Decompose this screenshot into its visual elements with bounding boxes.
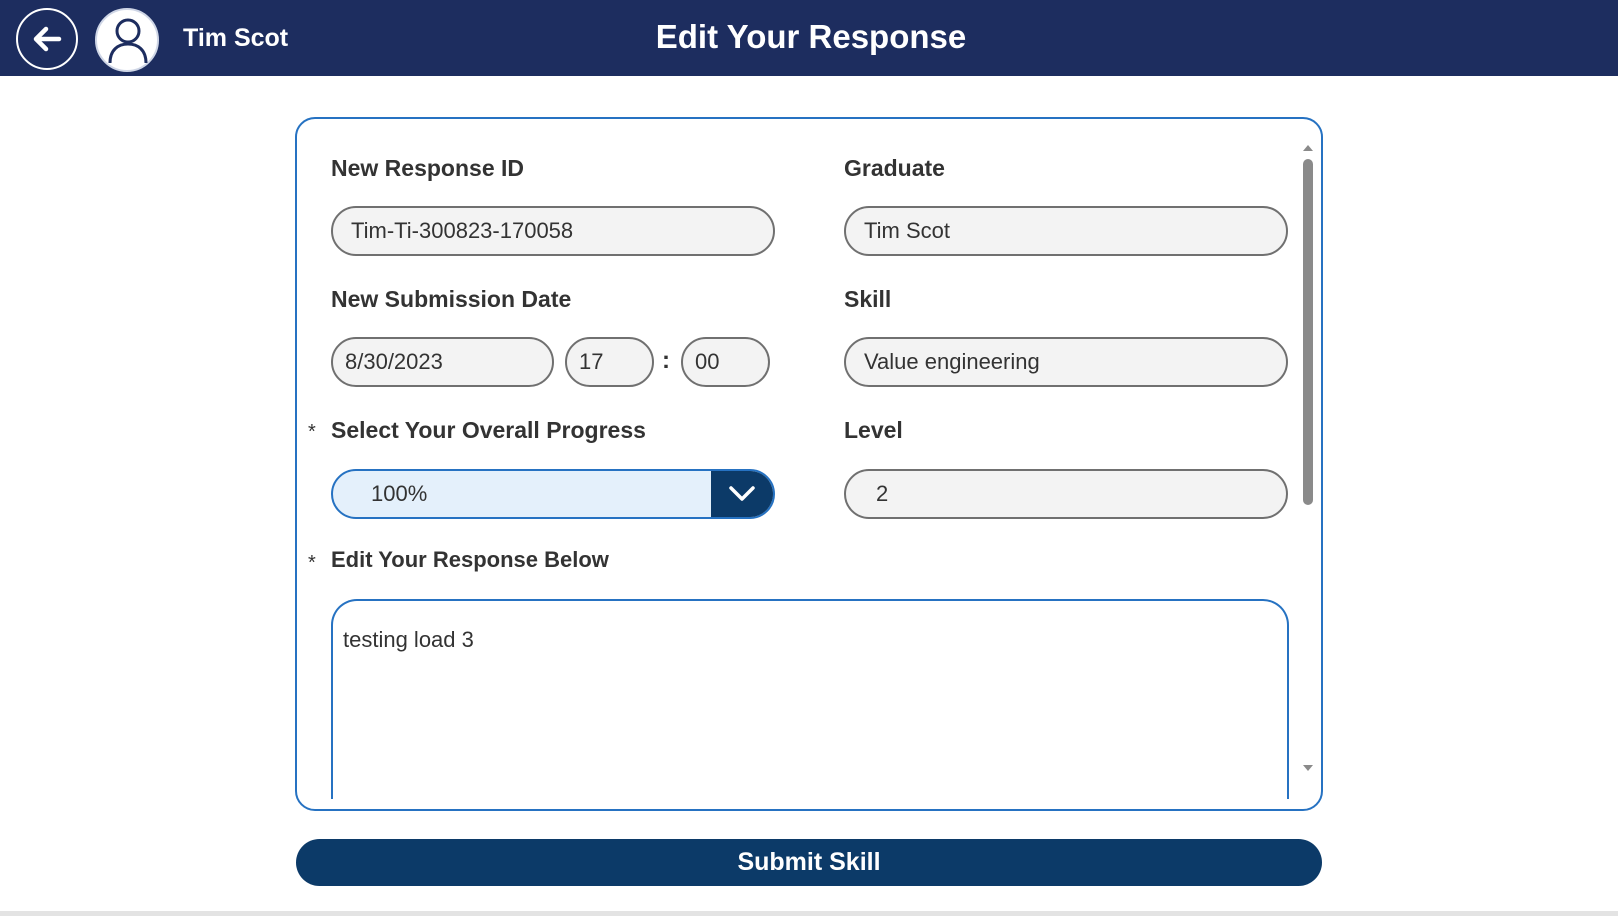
time-separator: : bbox=[662, 347, 670, 374]
app-header: Tim Scot Edit Your Response bbox=[0, 0, 1618, 76]
response-textarea[interactable]: testing load 3 bbox=[331, 599, 1289, 799]
hour-field[interactable]: 17 bbox=[565, 337, 654, 387]
dropdown-toggle[interactable] bbox=[711, 471, 773, 517]
required-marker: * bbox=[308, 421, 316, 443]
level-field[interactable]: 2 bbox=[844, 469, 1288, 519]
scroll-thumb[interactable] bbox=[1303, 159, 1313, 505]
submission-date-field[interactable]: 8/30/2023 bbox=[331, 337, 554, 387]
minute-field[interactable]: 00 bbox=[681, 337, 770, 387]
scroll-down-arrow-icon[interactable] bbox=[1303, 765, 1313, 771]
level-label: Level bbox=[844, 417, 903, 443]
response-label: Edit Your Response Below bbox=[331, 547, 609, 572]
progress-label: Select Your Overall Progress bbox=[331, 417, 646, 443]
form-scrollbar[interactable] bbox=[1301, 139, 1315, 779]
skill-label: Skill bbox=[844, 286, 892, 312]
submit-skill-button[interactable]: Submit Skill bbox=[296, 839, 1322, 886]
response-id-field[interactable]: Tim-Ti-300823-170058 bbox=[331, 206, 775, 256]
progress-selected-value: 100% bbox=[371, 481, 428, 506]
bottom-divider bbox=[0, 911, 1618, 916]
graduate-label: Graduate bbox=[844, 155, 945, 181]
progress-dropdown[interactable]: 100% bbox=[331, 469, 775, 519]
edit-response-form: New Response ID Tim-Ti-300823-170058 Gra… bbox=[295, 117, 1323, 811]
chevron-down-icon bbox=[729, 486, 755, 501]
skill-field[interactable]: Value engineering bbox=[844, 337, 1288, 387]
submission-date-label: New Submission Date bbox=[331, 286, 572, 312]
required-marker: * bbox=[308, 552, 316, 574]
graduate-field[interactable]: Tim Scot bbox=[844, 206, 1288, 256]
response-id-label: New Response ID bbox=[331, 155, 524, 181]
page-title: Edit Your Response bbox=[655, 18, 967, 55]
scroll-up-arrow-icon[interactable] bbox=[1303, 145, 1313, 151]
